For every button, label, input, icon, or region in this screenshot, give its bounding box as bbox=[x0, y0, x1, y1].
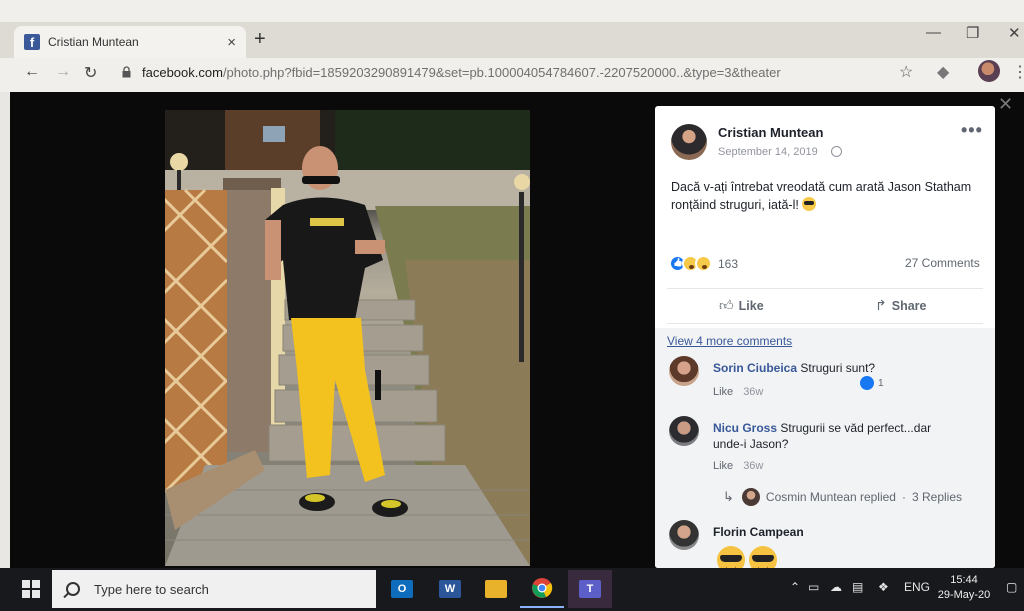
notifications-icon[interactable]: ▢ bbox=[1006, 580, 1017, 594]
reply-separator: · bbox=[901, 490, 906, 504]
comment-like-link[interactable]: Like bbox=[713, 460, 733, 472]
share-label: Share bbox=[891, 298, 927, 313]
share-button[interactable]: ↱ Share bbox=[875, 297, 926, 314]
windows-start-icon[interactable] bbox=[22, 580, 40, 598]
tab-strip: f Cristian Muntean × + — ❐ ✕ bbox=[0, 22, 1024, 58]
author-name[interactable]: Cristian Muntean bbox=[718, 125, 823, 140]
post-photo[interactable] bbox=[165, 110, 530, 566]
wow-reaction-icon bbox=[695, 255, 712, 272]
comment-meta: Like 36w bbox=[713, 386, 763, 398]
commenter-avatar[interactable] bbox=[669, 356, 699, 386]
comment-bubble: Nicu Gross Strugurii se văd perfect...da… bbox=[713, 420, 963, 452]
address-bar[interactable]: facebook.com/photo.php?fbid=185920329089… bbox=[142, 65, 781, 80]
facebook-favicon-icon: f bbox=[24, 34, 40, 50]
sunglasses-emoji-icon bbox=[749, 546, 777, 568]
profile-avatar[interactable] bbox=[978, 60, 1000, 82]
search-icon bbox=[66, 582, 80, 596]
windows-taskbar: Type here to search O W T ⌃ ▭ ☁ ▤ ❖ ENG … bbox=[0, 568, 1024, 611]
reaction-count: 163 bbox=[718, 256, 739, 271]
system-clock[interactable]: 15:44 29-May-20 bbox=[934, 573, 994, 603]
url-path: /photo.php?fbid=1859203290891479&set=pb.… bbox=[222, 65, 781, 80]
comments-section: View 4 more comments Sorin Ciubeica Stru… bbox=[655, 328, 995, 568]
comment-bubble: Florin Campean bbox=[713, 524, 953, 540]
dropbox-icon[interactable]: ❖ bbox=[878, 580, 889, 594]
clock-date: 29-May-20 bbox=[937, 589, 991, 601]
post-text-block: Dacă v-ați întrebat vreodată cum arată J… bbox=[671, 178, 981, 214]
browser-toolbar: ← → ↻ facebook.com/photo.php?fbid=185920… bbox=[0, 58, 1024, 88]
bookmark-star-icon[interactable]: ☆ bbox=[899, 62, 913, 82]
battery-icon[interactable]: ▭ bbox=[808, 580, 819, 594]
taskbar-app-word[interactable]: W bbox=[428, 570, 472, 608]
forward-arrow-icon[interactable]: → bbox=[55, 63, 71, 81]
commenter-name[interactable]: Florin Campean bbox=[713, 525, 804, 539]
taskbar-app-outlook[interactable]: O bbox=[380, 570, 424, 608]
reply-count: 3 Replies bbox=[911, 490, 963, 504]
search-placeholder: Type here to search bbox=[94, 581, 209, 597]
teams-icon: T bbox=[579, 580, 601, 598]
sunglasses-emoji-icon bbox=[717, 546, 745, 568]
tab-active[interactable]: f Cristian Muntean × bbox=[14, 26, 246, 58]
commenter-avatar[interactable] bbox=[669, 416, 699, 446]
comment-age[interactable]: 36w bbox=[743, 460, 763, 472]
outlook-icon: O bbox=[391, 580, 413, 598]
post-date[interactable]: September 14, 2019 bbox=[718, 146, 818, 158]
close-window-icon[interactable]: ✕ bbox=[1008, 24, 1021, 42]
comment-like-count: 1 bbox=[878, 378, 884, 389]
back-arrow-icon[interactable]: ← bbox=[24, 63, 40, 81]
thumbs-up-icon: 👍︎ bbox=[719, 297, 734, 313]
post-panel: Cristian Muntean September 14, 2019 ••• … bbox=[655, 106, 995, 568]
taskbar-app-chrome[interactable] bbox=[520, 570, 564, 608]
comment-age[interactable]: 36w bbox=[743, 386, 763, 398]
language-indicator[interactable]: ENG bbox=[904, 580, 930, 594]
clock-time: 15:44 bbox=[950, 574, 978, 586]
tray-chevron-icon[interactable]: ⌃ bbox=[790, 580, 800, 594]
taskbar-app-file-explorer[interactable] bbox=[474, 570, 518, 608]
replies-link[interactable]: ↳ Cosmin Muntean replied · 3 Replies bbox=[723, 488, 962, 506]
extension-icon[interactable]: ◆ bbox=[937, 62, 949, 82]
comment-like-link[interactable]: Like bbox=[713, 386, 733, 398]
lock-icon bbox=[122, 66, 131, 78]
commenter-avatar[interactable] bbox=[669, 520, 699, 550]
comment-text: Struguri sunt? bbox=[800, 361, 876, 375]
reply-author: Cosmin Muntean replied bbox=[765, 490, 896, 504]
browser-chrome: f Cristian Muntean × + — ❐ ✕ ← → ↻ faceb… bbox=[0, 0, 1024, 92]
globe-icon bbox=[831, 146, 842, 157]
comment-like-reaction-icon bbox=[860, 376, 874, 390]
tab-close-icon[interactable]: × bbox=[227, 34, 236, 51]
restore-icon[interactable]: ❐ bbox=[966, 24, 979, 42]
comment-meta: Like 36w bbox=[713, 460, 763, 472]
share-arrow-icon: ↱ bbox=[875, 297, 887, 313]
comments-count-link[interactable]: 27 Comments bbox=[905, 256, 980, 270]
tab-title: Cristian Muntean bbox=[48, 35, 139, 49]
taskbar-search-box[interactable]: Type here to search bbox=[52, 570, 376, 608]
post-text: Dacă v-ați întrebat vreodată cum arată J… bbox=[671, 180, 972, 212]
replier-avatar bbox=[741, 488, 760, 506]
comment-bubble: Sorin Ciubeica Struguri sunt? bbox=[713, 360, 953, 376]
url-host: facebook.com bbox=[142, 65, 223, 80]
action-bar: 👍︎ Like ↱ Share bbox=[667, 288, 983, 324]
view-more-comments-link[interactable]: View 4 more comments bbox=[667, 334, 792, 348]
theater-close-icon[interactable]: ✕ bbox=[998, 94, 1013, 115]
minimize-icon[interactable]: — bbox=[926, 24, 941, 41]
word-icon: W bbox=[439, 580, 461, 598]
reply-arrow-icon: ↳ bbox=[723, 489, 734, 504]
taskbar-app-teams[interactable]: T bbox=[568, 570, 612, 608]
sunglasses-emoji-icon bbox=[802, 197, 817, 211]
like-label: Like bbox=[738, 298, 764, 313]
folder-icon bbox=[485, 580, 507, 598]
commenter-name[interactable]: Sorin Ciubeica bbox=[713, 361, 797, 375]
commenter-name[interactable]: Nicu Gross bbox=[713, 421, 777, 435]
menu-kebab-icon[interactable]: ⋮ bbox=[1012, 62, 1024, 82]
reload-icon[interactable]: ↻ bbox=[84, 63, 97, 83]
author-avatar[interactable] bbox=[671, 124, 707, 160]
chrome-icon bbox=[532, 578, 553, 598]
new-tab-button[interactable]: + bbox=[254, 28, 266, 51]
reactions-summary[interactable]: 163 bbox=[669, 255, 738, 272]
photo-illustration bbox=[165, 110, 530, 566]
more-options-icon[interactable]: ••• bbox=[961, 120, 983, 141]
like-button[interactable]: 👍︎ Like bbox=[719, 297, 764, 314]
cloud-icon[interactable]: ☁ bbox=[830, 580, 842, 594]
network-icon[interactable]: ▤ bbox=[852, 580, 863, 594]
